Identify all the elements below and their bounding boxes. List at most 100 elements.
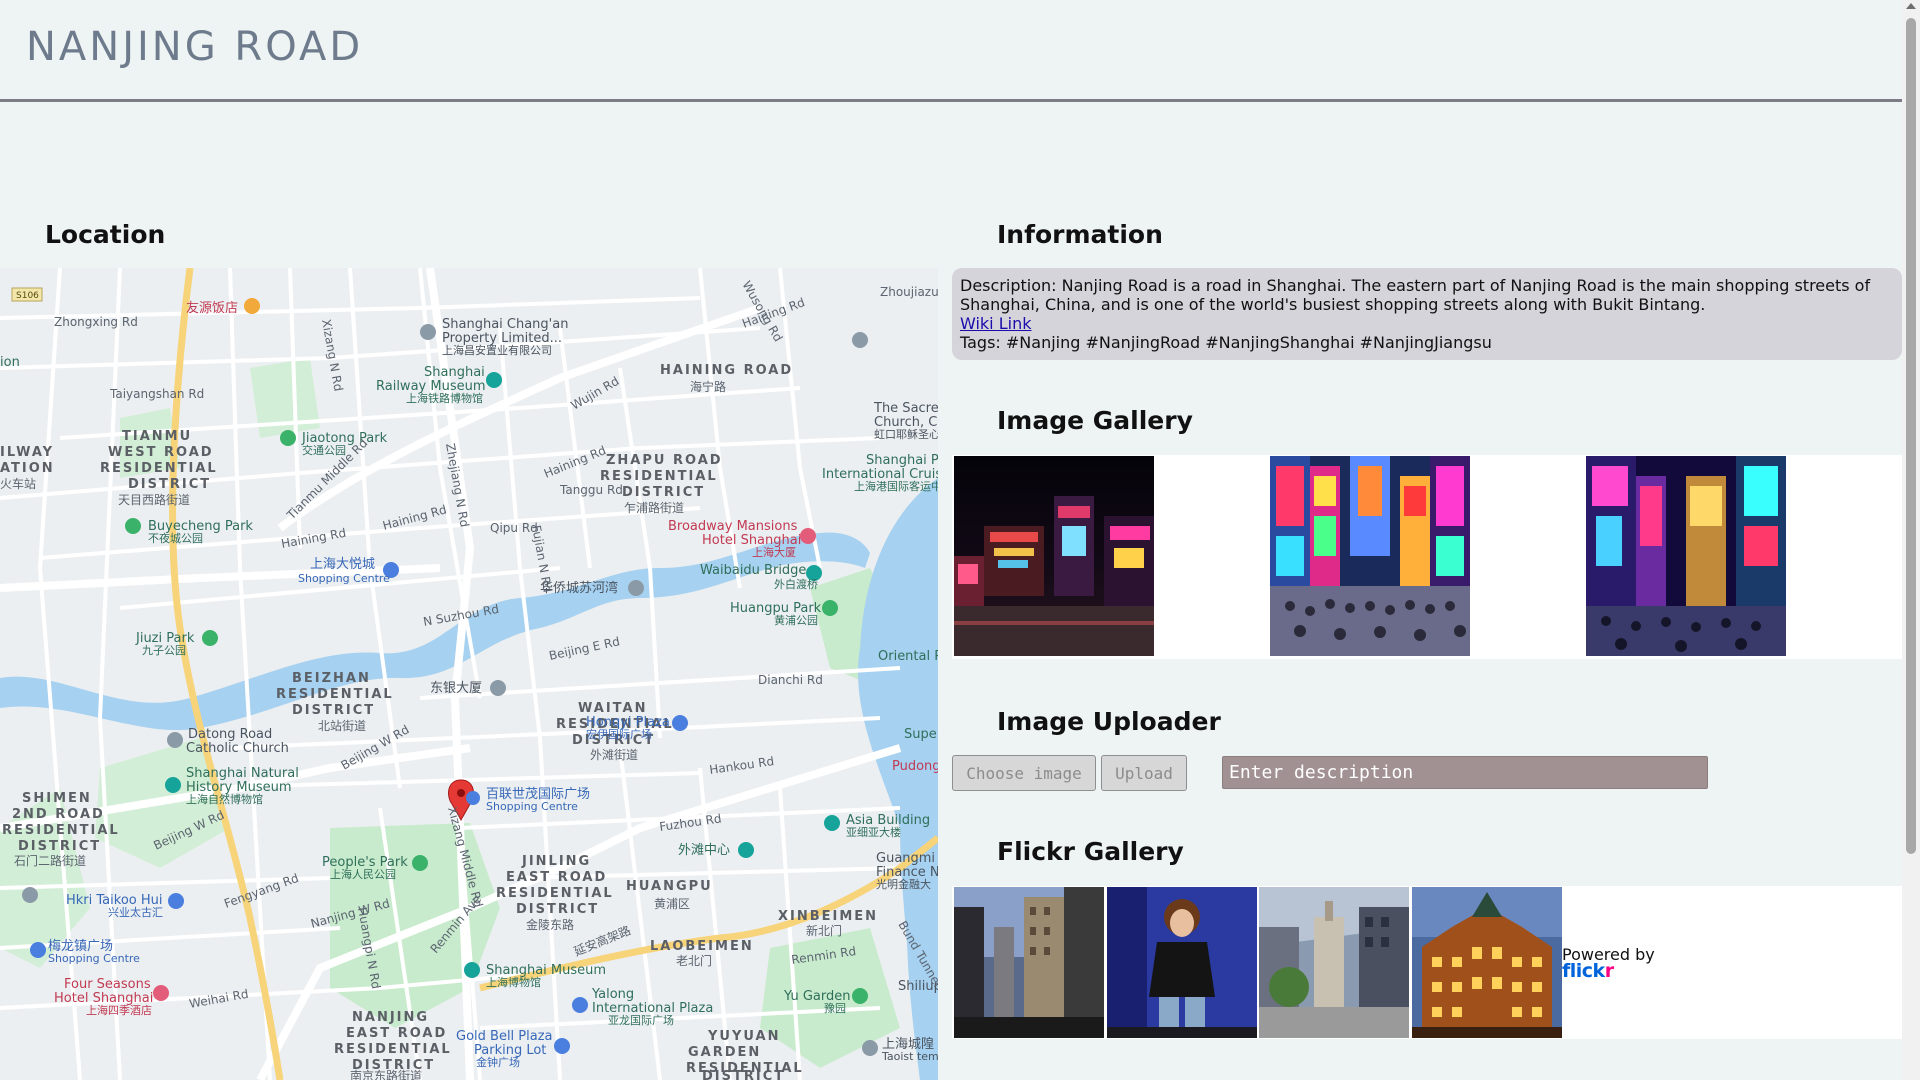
svg-text:GARDEN: GARDEN	[688, 1045, 761, 1060]
svg-text:EAST ROAD: EAST ROAD	[346, 1026, 447, 1041]
description-text: Description: Nanjing Road is a road in S…	[960, 276, 1871, 314]
svg-text:老北门: 老北门	[676, 953, 712, 968]
svg-text:RESIDENTIAL: RESIDENTIAL	[100, 461, 218, 476]
svg-text:宏伊国际广场: 宏伊国际广场	[586, 727, 652, 741]
svg-text:LAOBEIMEN: LAOBEIMEN	[650, 939, 754, 954]
svg-text:Shanghai P: Shanghai P	[866, 453, 938, 468]
svg-text:光明金融大: 光明金融大	[876, 877, 931, 891]
svg-text:RESIDENTIAL: RESIDENTIAL	[496, 886, 614, 901]
description-input[interactable]	[1222, 756, 1708, 789]
tags-text: Tags: #Nanjing #NanjingRoad #NanjingShan…	[960, 333, 1492, 352]
svg-text:Zhongxing Rd: Zhongxing Rd	[54, 315, 138, 329]
svg-text:上海昌安置业有限公司: 上海昌安置业有限公司	[442, 343, 552, 357]
svg-text:亚细亚大楼: 亚细亚大楼	[846, 825, 901, 839]
information-panel: Description: Nanjing Road is a road in S…	[952, 268, 1902, 360]
svg-text:Four Seasons: Four Seasons	[64, 977, 151, 992]
image-gallery-heading: Image Gallery	[997, 406, 1193, 435]
svg-text:RESIDENTIAL: RESIDENTIAL	[600, 469, 718, 484]
svg-text:上海博物馆: 上海博物馆	[486, 975, 541, 989]
svg-text:2ND ROAD: 2ND ROAD	[12, 807, 105, 822]
svg-text:Taoist tem: Taoist tem	[881, 1050, 938, 1063]
svg-text:RESIDENTIAL: RESIDENTIAL	[276, 687, 394, 702]
image-uploader-heading: Image Uploader	[997, 707, 1221, 736]
svg-text:JINLING: JINLING	[521, 854, 591, 869]
flickr-logo[interactable]: flickr	[1562, 962, 1655, 981]
svg-text:上海大悦城: 上海大悦城	[310, 557, 375, 572]
gallery-image-1[interactable]	[954, 456, 1154, 656]
svg-text:Datong Road: Datong Road	[188, 727, 272, 742]
svg-text:海宁路: 海宁路	[690, 379, 726, 394]
svg-text:Gold Bell Plaza: Gold Bell Plaza	[456, 1029, 553, 1044]
site-title: NANJING ROAD	[26, 24, 364, 70]
scroll-up-arrow-icon[interactable]	[1906, 3, 1916, 9]
svg-text:友源饭店: 友源饭店	[186, 300, 238, 316]
svg-text:外滩街道: 外滩街道	[590, 748, 638, 762]
district-haining-road: HAINING ROAD	[660, 363, 793, 378]
svg-text:火车站: 火车站	[0, 476, 36, 491]
district-huangpu: HUANGPU	[626, 879, 713, 894]
svg-text:兴业太古汇: 兴业太古汇	[108, 906, 163, 919]
svg-text:上海铁路博物馆: 上海铁路博物馆	[406, 391, 483, 405]
svg-text:乍浦路街道: 乍浦路街道	[624, 500, 684, 515]
svg-text:天目西路街道: 天目西路街道	[118, 492, 190, 507]
wiki-link[interactable]: Wiki Link	[960, 314, 1031, 333]
svg-text:ATION: ATION	[0, 461, 55, 476]
svg-text:南京东路街道: 南京东路街道	[350, 1068, 422, 1080]
location-map[interactable]: S106 HAINING ROAD 海宁路 TIANMU WEST ROAD R…	[0, 268, 938, 1080]
svg-text:Shopping Centre: Shopping Centre	[298, 572, 390, 585]
svg-text:交通公园: 交通公园	[302, 443, 346, 457]
image-gallery	[952, 455, 1902, 659]
svg-text:DISTRICT: DISTRICT	[702, 1069, 785, 1080]
svg-text:石门二路街道: 石门二路街道	[14, 853, 86, 868]
svg-text:Zhoujiazui Rd: Zhoujiazui Rd	[880, 285, 938, 299]
svg-text:上海自然博物馆: 上海自然博物馆	[186, 792, 263, 806]
svg-text:亚龙国际广场: 亚龙国际广场	[608, 1013, 674, 1027]
svg-text:ZHAPU ROAD: ZHAPU ROAD	[606, 453, 723, 468]
svg-text:Supe: Supe	[904, 727, 937, 742]
svg-text:DISTRICT: DISTRICT	[292, 703, 375, 718]
svg-text:SHIMEN: SHIMEN	[22, 791, 92, 806]
svg-text:上海四季酒店: 上海四季酒店	[86, 1003, 152, 1017]
svg-text:黄浦区: 黄浦区	[654, 897, 690, 911]
scroll-thumb[interactable]	[1906, 18, 1916, 854]
svg-text:Catholic Church: Catholic Church	[186, 741, 289, 756]
svg-text:RESIDENTIAL: RESIDENTIAL	[2, 823, 120, 838]
gallery-image-3[interactable]	[1586, 456, 1786, 656]
svg-text:Tanggu Rd: Tanggu Rd	[559, 483, 623, 497]
flickr-image-1[interactable]	[954, 887, 1104, 1038]
svg-text:TIANMU: TIANMU	[122, 429, 192, 444]
svg-text:外白渡桥: 外白渡桥	[774, 577, 818, 591]
svg-text:RESIDENTIAL: RESIDENTIAL	[334, 1042, 452, 1057]
svg-text:金陵东路: 金陵东路	[526, 917, 574, 932]
powered-by-flickr[interactable]: Powered by flickr	[1562, 946, 1655, 981]
svg-text:BEIZHAN: BEIZHAN	[292, 671, 371, 686]
flickr-image-4[interactable]	[1412, 887, 1562, 1038]
flickr-gallery: Powered by flickr	[952, 886, 1902, 1039]
map-canvas[interactable]: S106 HAINING ROAD 海宁路 TIANMU WEST ROAD R…	[0, 268, 938, 1080]
svg-text:Guangmi: Guangmi	[876, 851, 935, 866]
svg-text:The Sacre: The Sacre	[873, 401, 938, 416]
svg-text:金钟广场: 金钟广场	[476, 1055, 520, 1069]
flickr-image-3[interactable]	[1259, 887, 1409, 1038]
svg-text:Yalong: Yalong	[591, 987, 634, 1002]
gallery-image-2[interactable]	[1270, 456, 1470, 656]
svg-text:上海人民公园: 上海人民公园	[330, 867, 396, 881]
svg-text:九子公园: 九子公园	[142, 644, 186, 657]
svg-text:Shanghai: Shanghai	[424, 365, 485, 380]
svg-text:XINBEIMEN: XINBEIMEN	[778, 909, 878, 924]
svg-text:Pudong: Pudong	[892, 759, 938, 774]
svg-text:虹口耶稣圣心: 虹口耶稣圣心	[874, 427, 938, 441]
svg-text:Shanghai Chang'an: Shanghai Chang'an	[442, 317, 568, 332]
flickr-gallery-heading: Flickr Gallery	[997, 837, 1184, 866]
svg-text:Shanghai Natural: Shanghai Natural	[186, 766, 299, 781]
choose-image-button[interactable]: Choose image	[952, 755, 1096, 791]
svg-text:黄浦公园: 黄浦公园	[774, 613, 818, 627]
flickr-image-2[interactable]	[1107, 887, 1257, 1038]
svg-text:ion: ion	[0, 355, 20, 370]
page-scrollbar[interactable]	[1902, 0, 1920, 1080]
road-badge-text: S106	[16, 291, 39, 301]
svg-text:北站街道: 北站街道	[318, 719, 366, 733]
svg-text:不夜城公园: 不夜城公园	[148, 531, 203, 545]
upload-button[interactable]: Upload	[1101, 755, 1187, 791]
svg-text:ILWAY: ILWAY	[0, 445, 54, 460]
